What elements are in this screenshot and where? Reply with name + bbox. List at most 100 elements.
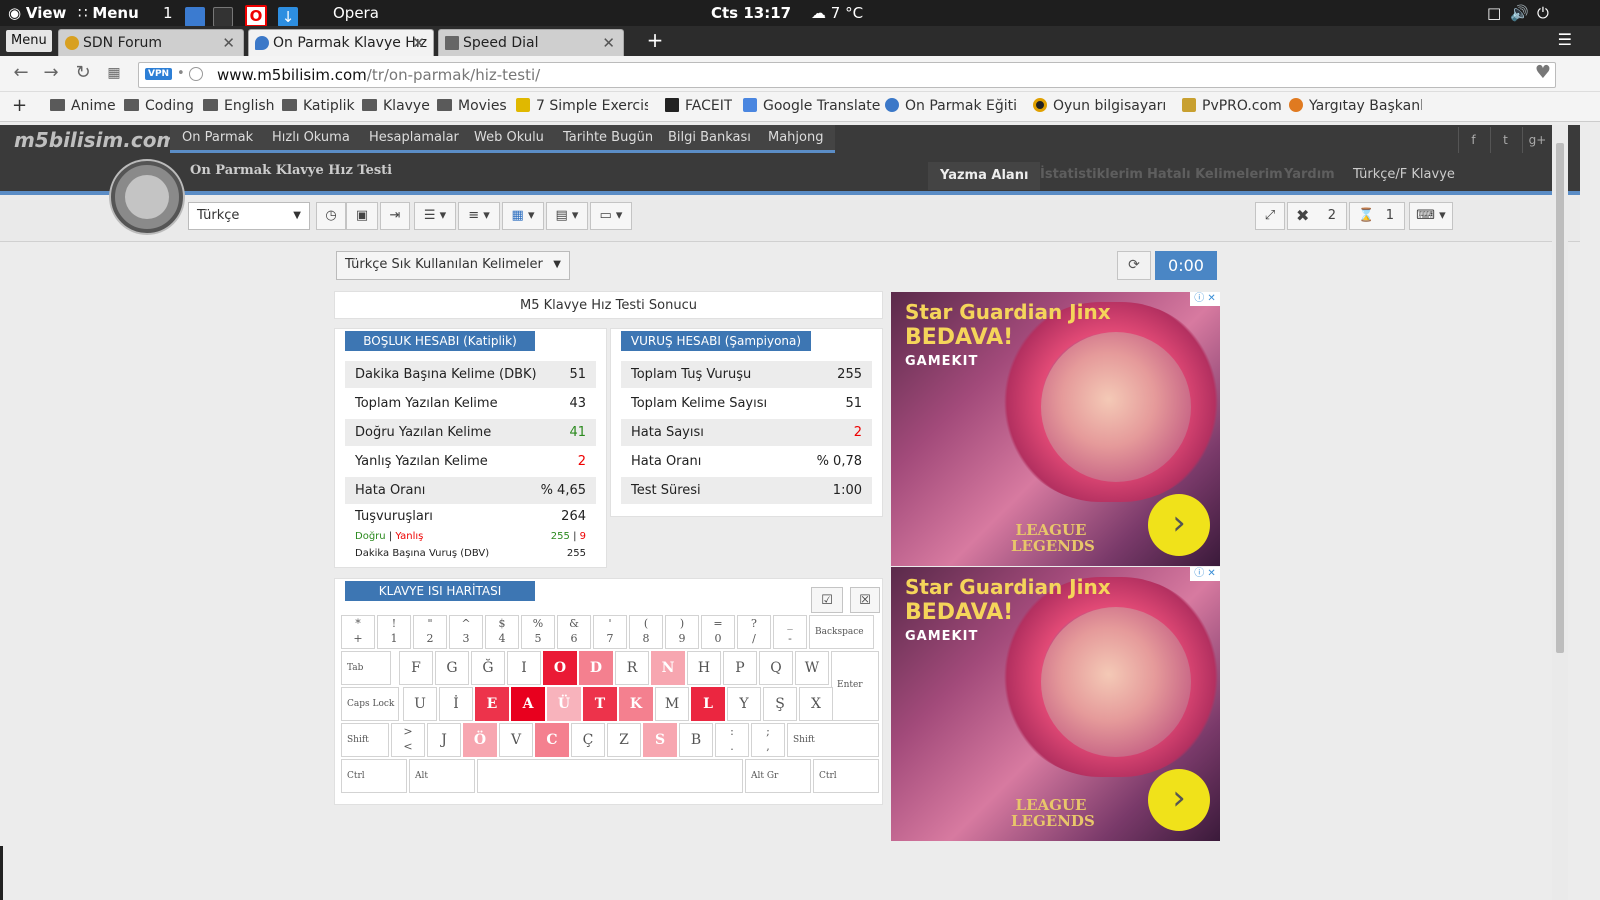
monitor-icon[interactable]: ▣ — [346, 202, 378, 230]
window-icon[interactable]: □ — [1487, 0, 1501, 26]
key-w[interactable]: W — [795, 651, 829, 685]
bookmark-link[interactable]: Yargıtay Başkanlığ — [1289, 98, 1422, 116]
key-i̇[interactable]: İ — [439, 687, 473, 721]
key-q[interactable]: Q — [759, 651, 793, 685]
bookmark-link[interactable]: Oyun bilgisayarı to — [1033, 98, 1167, 116]
weather[interactable]: ☁ 7 °C — [811, 0, 863, 26]
tab-speed-dial[interactable]: Speed Dial ✕ — [438, 29, 624, 56]
key-4[interactable]: $4 — [485, 615, 519, 649]
bookmark-folder[interactable]: Anime — [50, 98, 116, 116]
bookmark-link[interactable]: PvPRO.com — [1182, 98, 1282, 116]
tab-yazma-alani[interactable]: Yazma Alanı — [928, 162, 1041, 190]
url-field[interactable]: VPN • www.m5bilisim.com/tr/on-parmak/hiz… — [138, 62, 1556, 88]
shift-left-key[interactable]: Shift — [341, 723, 389, 757]
close-icon[interactable]: ✕ — [222, 30, 235, 56]
language-select[interactable]: Türkçe ▼ — [188, 202, 310, 230]
google-plus-icon[interactable]: g+ — [1522, 127, 1552, 153]
arrows-icon[interactable]: ⇥ — [380, 202, 410, 230]
key-ç[interactable]: Ç — [571, 723, 605, 757]
key-b[interactable]: B — [679, 723, 713, 757]
key-semicolon[interactable]: ;, — [751, 723, 785, 757]
tab-on-parmak[interactable]: On Parmak Klavye Hız ✕ — [248, 29, 434, 56]
tab-key[interactable]: Tab — [341, 651, 391, 685]
key-g[interactable]: G — [435, 651, 469, 685]
close-box-icon[interactable]: ☒ — [850, 587, 880, 613]
scrollbar-thumb[interactable] — [1556, 143, 1564, 653]
bookmark-folder[interactable]: Movies — [437, 98, 507, 116]
key-j[interactable]: J — [427, 723, 461, 757]
tab-yardim[interactable]: Yardım — [1284, 167, 1335, 182]
lines-menu-icon[interactable]: ☰ ▾ — [414, 202, 456, 230]
bookmark-folder[interactable]: Coding — [124, 98, 194, 116]
key-9[interactable]: ) 9 — [665, 615, 699, 649]
keyboard-menu-icon[interactable]: ⌨ ▾ — [1409, 202, 1453, 230]
alt-gr-key[interactable]: Alt Gr — [745, 759, 811, 793]
key-f[interactable]: F — [399, 651, 433, 685]
forward-icon[interactable]: → — [40, 62, 62, 83]
fullscreen-icon[interactable]: ⤢ — [1255, 202, 1285, 230]
url-text[interactable]: www.m5bilisim.com/tr/on-parmak/hiz-testi… — [217, 66, 540, 84]
key-12[interactable]: _ - — [773, 615, 807, 649]
key-z[interactable]: Z — [607, 723, 641, 757]
backspace-key[interactable]: Backspace — [809, 615, 874, 649]
vpn-badge[interactable]: VPN — [145, 68, 173, 80]
key-ğ[interactable]: Ğ — [471, 651, 505, 685]
key-p[interactable]: P — [723, 651, 757, 685]
key-d[interactable]: D — [579, 651, 613, 685]
errors-counter[interactable]: ✖ 2 — [1287, 202, 1347, 230]
ctrl-right-key[interactable]: Ctrl — [813, 759, 879, 793]
back-icon[interactable]: ← — [10, 62, 32, 83]
checkbox-icon[interactable]: ☑ — [811, 587, 843, 613]
add-bookmark-icon[interactable]: + — [12, 95, 27, 113]
align-menu-icon[interactable]: ≡ ▾ — [458, 202, 500, 230]
key-1[interactable]: ! 1 — [377, 615, 411, 649]
facebook-icon[interactable]: f — [1458, 127, 1488, 153]
key-ü[interactable]: Ü — [547, 687, 581, 721]
tab-hatali-kelimelerim[interactable]: Hatalı Kelimelerim — [1147, 167, 1283, 182]
key-10[interactable]: = 0 — [701, 615, 735, 649]
play-arrow-icon[interactable]: › — [1148, 494, 1210, 556]
bookmark-link[interactable]: 7 Simple Exercises — [516, 98, 648, 116]
nav-on-parmak[interactable]: On Parmak — [170, 125, 266, 153]
tab-sdn-forum[interactable]: SDN Forum ✕ — [58, 29, 244, 56]
page-scrollbar[interactable] — [1552, 125, 1568, 900]
grid-menu-icon[interactable]: ▦ ▾ — [502, 202, 544, 230]
key-2[interactable]: " 2 — [413, 615, 447, 649]
nav-hesaplamalar[interactable]: Hesaplamalar — [357, 125, 471, 153]
close-icon[interactable]: ✕ — [602, 30, 615, 56]
ad-banner[interactable]: Star Guardian Jinx BEDAVA! GAMEKIT LEAGU… — [891, 567, 1220, 841]
nav-mahjong[interactable]: Mahjong — [756, 125, 836, 153]
close-icon[interactable]: ✕ — [412, 30, 425, 56]
display-menu-icon[interactable]: ▭ ▾ — [590, 202, 632, 230]
bookmark-link[interactable]: FACEIT — [665, 98, 732, 116]
opera-icon[interactable]: O — [245, 2, 267, 28]
key-7[interactable]: ' 7 — [593, 615, 627, 649]
key-c[interactable]: C — [535, 723, 569, 757]
key-e[interactable]: E — [475, 687, 509, 721]
enter-key[interactable]: Enter — [831, 651, 879, 721]
globe-icon[interactable] — [189, 67, 203, 81]
key-6[interactable]: & 6 — [557, 615, 591, 649]
play-arrow-icon[interactable]: › — [1148, 769, 1210, 831]
key-t[interactable]: T — [583, 687, 617, 721]
key-l[interactable]: L — [691, 687, 725, 721]
ad-info-icon[interactable]: ⓘ ✕ — [1190, 292, 1220, 306]
power-icon[interactable]: ⏻ — [1537, 0, 1549, 26]
nav-tarihte-bugun[interactable]: Tarihte Bugün — [551, 125, 666, 153]
time-counter[interactable]: ⌛ 1 — [1349, 202, 1405, 230]
twitter-icon[interactable]: t — [1490, 127, 1520, 153]
key-o[interactable]: O — [543, 651, 577, 685]
key-n[interactable]: N — [651, 651, 685, 685]
key-11[interactable]: ? / — [737, 615, 771, 649]
new-tab-button[interactable]: + — [644, 26, 666, 56]
bookmark-folder[interactable]: Katiplik — [282, 98, 355, 116]
key-s[interactable]: S — [643, 723, 677, 757]
bookmark-link[interactable]: Google Translate — [743, 98, 880, 116]
tab-istatistiklerim[interactable]: İstatistiklerim — [1040, 167, 1143, 182]
restart-icon[interactable]: ⟳ — [1117, 251, 1151, 280]
alt-key[interactable]: Alt — [409, 759, 475, 793]
key-colon[interactable]: :. — [715, 723, 749, 757]
ad-banner[interactable]: Star Guardian Jinx BEDAVA! GAMEKIT LEAGU… — [891, 292, 1220, 566]
view-menu[interactable]: ◉ View — [8, 0, 66, 26]
key-x[interactable]: X — [799, 687, 833, 721]
